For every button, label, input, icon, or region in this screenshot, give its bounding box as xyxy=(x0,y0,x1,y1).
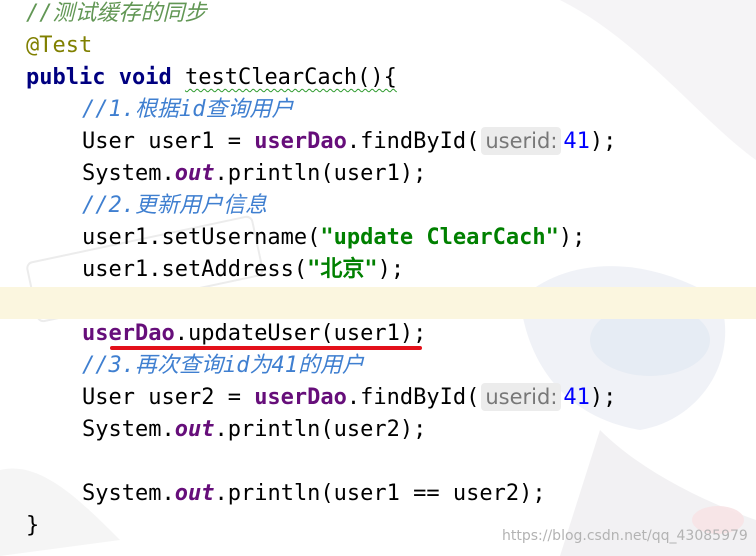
system-ref: System. xyxy=(82,161,175,186)
test-annotation: @Test xyxy=(26,33,93,58)
string-update-clearcach: "update ClearCach" xyxy=(320,225,559,250)
code-line-13[interactable]: User user2 = userDao.findById(userid: 41)… xyxy=(0,382,616,414)
system-ref: System. xyxy=(82,481,175,506)
userdao-field: userDao xyxy=(82,321,175,346)
code-line-7[interactable]: //2.更新用户信息 xyxy=(0,190,267,222)
comment-step-1: //1.根据id查询用户 xyxy=(82,97,294,122)
code-line-8[interactable]: user1.setUsername("update ClearCach"); xyxy=(0,222,585,254)
system-ref: System. xyxy=(82,417,175,442)
comment-sync: //测试缓存的同步 xyxy=(26,1,207,26)
parameter-hint-userid: userid: xyxy=(481,127,562,155)
number-literal: 41 xyxy=(563,385,590,410)
code-line-5[interactable]: User user1 = userDao.findById(userid: 41)… xyxy=(0,126,616,158)
code-line-12[interactable]: //3.再次查询id为41的用户 xyxy=(0,350,364,382)
close-paren: ); xyxy=(377,257,405,282)
caret-line-highlight xyxy=(0,287,756,319)
parameter-hint-userid: userid: xyxy=(481,383,562,411)
comment-step-2: //2.更新用户信息 xyxy=(82,193,267,218)
println-user1: .println(user1); xyxy=(214,161,427,186)
code-line-6[interactable]: System.out.println(user1); xyxy=(0,158,426,190)
comment-step-3: //3.再次查询id为41的用户 xyxy=(82,353,364,378)
code-line-2[interactable]: @Test xyxy=(0,30,92,62)
code-line-16[interactable]: System.out.println(user1 == user2); xyxy=(0,478,546,510)
close-paren: ); xyxy=(589,129,617,154)
number-literal: 41 xyxy=(563,129,590,154)
userdao-field: userDao xyxy=(254,129,347,154)
code-line-17[interactable]: } xyxy=(0,510,39,542)
user2-declaration: User user2 = xyxy=(82,385,255,410)
userdao-field: userDao xyxy=(254,385,347,410)
string-beijing: "北京" xyxy=(307,257,378,282)
close-paren: ); xyxy=(589,385,617,410)
set-address-call: user1.setAddress( xyxy=(82,257,308,282)
closing-brace: } xyxy=(26,513,40,538)
find-by-id-call: .findById( xyxy=(346,129,480,154)
println-compare: .println(user1 == user2); xyxy=(214,481,546,506)
out-field: out xyxy=(174,481,215,506)
code-editor[interactable]: //测试缓存的同步 @Test public void testClearCac… xyxy=(0,0,756,556)
code-line-9[interactable]: user1.setAddress("北京"); xyxy=(0,254,404,286)
method-declaration: testClearCach(){ xyxy=(184,65,397,90)
watermark-text: https://blog.csdn.net/qq_43085979 xyxy=(502,528,748,544)
code-line-4[interactable]: //1.根据id查询用户 xyxy=(0,94,293,126)
code-line-1[interactable]: //测试缓存的同步 xyxy=(0,0,207,30)
keyword-void: void xyxy=(118,65,172,90)
close-paren: ); xyxy=(558,225,586,250)
set-username-call: user1.setUsername( xyxy=(82,225,321,250)
out-field: out xyxy=(174,417,215,442)
code-line-14[interactable]: System.out.println(user2); xyxy=(0,414,426,446)
code-line-3[interactable]: public void testClearCach(){ xyxy=(0,62,397,94)
user1-declaration: User user1 = xyxy=(82,129,255,154)
find-by-id-call: .findById( xyxy=(346,385,480,410)
keyword-public: public xyxy=(26,65,106,90)
println-user2: .println(user2); xyxy=(214,417,427,442)
out-field: out xyxy=(174,161,215,186)
update-user-call: .updateUser(user1); xyxy=(174,321,427,346)
